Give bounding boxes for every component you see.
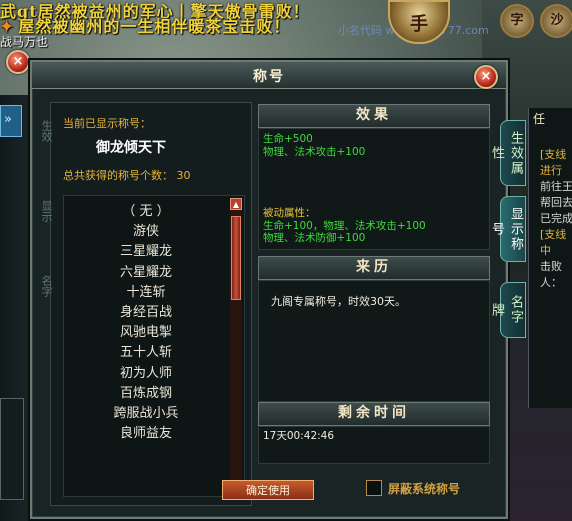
title-list-item[interactable]: 身经百战 (64, 303, 228, 323)
title-list-item[interactable]: 游侠 (64, 222, 228, 242)
title-count-label: 总共获得的称号个数： 30 (63, 167, 191, 183)
tab-effective-attributes[interactable]: 生效属性 (489, 120, 526, 186)
quest-line[interactable]: 中 (540, 242, 572, 258)
system-broadcast-line-2-text: 屋然被幽州的一生相伴暖茶宝击败！ (18, 17, 291, 36)
background-tab-label: 生效 (40, 120, 53, 142)
quest-line[interactable]: 击败 (540, 258, 572, 274)
title-count-value: 30 (176, 169, 191, 182)
title-count-text: 总共获得的称号个数： (63, 169, 173, 182)
source-section: 九阁专属称号，时效30天。 (258, 280, 490, 402)
remaining-time-section: 17天00:42:46 (258, 426, 490, 464)
title-list-item[interactable]: 风驰电掣 (64, 323, 228, 343)
background-tab-label: 名字 (40, 275, 53, 297)
quest-tracker-header: 任 (533, 112, 546, 126)
tab-display-title[interactable]: 显示称号 (489, 196, 526, 262)
scrollbar[interactable]: ▲ ▼ (230, 198, 242, 494)
current-title-value: 御龙倾天下 (96, 140, 166, 156)
quest-line[interactable]: 已完成 (540, 210, 572, 226)
dialog-title: 称号 (253, 69, 285, 85)
emblem-glyph: 手 (410, 14, 428, 35)
passive-label: 被动属性： (263, 207, 316, 219)
current-title-label: 当前已显示称号： (63, 117, 151, 130)
top-menu-icon-1[interactable]: 字 (500, 4, 534, 38)
remaining-time-value: 17天00:42:46 (263, 430, 335, 442)
player-name-label: 战马万也 (0, 35, 49, 49)
title-list-item[interactable]: 跨服战小兵 (64, 404, 228, 424)
title-list-item[interactable]: 初为人师 (64, 364, 228, 384)
hide-system-title-label: 屏蔽系统称号 (388, 482, 461, 496)
quest-line[interactable]: 帮回去 (540, 194, 572, 210)
passive-line: 生命+100，物理、法术攻击+100 (263, 219, 426, 232)
hide-system-title-checkbox[interactable] (366, 480, 382, 496)
title-list-item[interactable]: 六星耀龙 (64, 263, 228, 283)
background-panel-box (0, 398, 24, 500)
scroll-thumb[interactable] (231, 216, 241, 300)
title-list-item[interactable]: 百炼成钢 (64, 384, 228, 404)
title-dialog: 称号 × 当前已显示称号： 御龙倾天下 总共获得的称号个数： 30 （ 无 ）游… (30, 60, 508, 519)
title-list-item[interactable]: 五十人斩 (64, 343, 228, 363)
close-button[interactable]: × (474, 65, 498, 89)
quest-line[interactable]: 前往王 (540, 178, 572, 194)
quest-line[interactable]: 人： (540, 274, 572, 290)
title-list-item[interactable]: 三星耀龙 (64, 242, 228, 262)
effect-line: 物理、法术攻击+100 (263, 145, 366, 158)
title-list-items: （ 无 ）游侠 三星耀龙 六星耀龙 十连斩 身经百战 风驰电掣 五十人斩 初为人师 百炼成钢 跨服… (64, 202, 228, 444)
confirm-use-button[interactable]: 确定使用 (222, 480, 314, 500)
remaining-time-header: 剩余时间 (258, 402, 490, 426)
scroll-up-button[interactable]: ▲ (230, 198, 242, 210)
background-window-close-button[interactable]: × (6, 50, 30, 74)
quest-line[interactable]: 进行 (540, 162, 572, 178)
title-list: （ 无 ）游侠 三星耀龙 六星耀龙 十连斩 身经百战 风驰电掣 五十人斩 初为人师 百炼成钢 跨服… (63, 195, 245, 497)
source-text: 九阁专属称号，时效30天。 (271, 295, 406, 308)
title-list-item[interactable]: 十连斩 (64, 283, 228, 303)
tab-name-plate[interactable]: 名字牌 (489, 282, 526, 338)
top-menu-icon-2[interactable]: 沙 (540, 4, 572, 38)
title-detail-panel: 效果 生命+500 物理、法术攻击+100 被动属性： 生命+100，物理、法术… (258, 102, 490, 504)
quest-line[interactable]: [支线 (540, 226, 572, 242)
dialog-title-bar[interactable]: 称号 (32, 62, 506, 89)
title-list-panel: 当前已显示称号： 御龙倾天下 总共获得的称号个数： 30 （ 无 ）游侠 三星耀龙… (50, 102, 252, 506)
background-tab-label: 显示 (40, 200, 53, 222)
effect-line: 生命+500 (263, 133, 313, 145)
title-list-item[interactable]: （ 无 ） (64, 202, 228, 222)
quest-line[interactable]: [支线 (540, 146, 572, 162)
effect-header: 效果 (258, 104, 490, 128)
arrow-right-icon: » (4, 112, 12, 127)
effect-section: 生命+500 物理、法术攻击+100 被动属性： 生命+100，物理、法术攻击+… (258, 128, 490, 250)
source-header: 来历 (258, 256, 490, 280)
passive-line: 物理、法术防御+100 (263, 232, 366, 245)
title-list-item[interactable]: 良师益友 (64, 424, 228, 444)
